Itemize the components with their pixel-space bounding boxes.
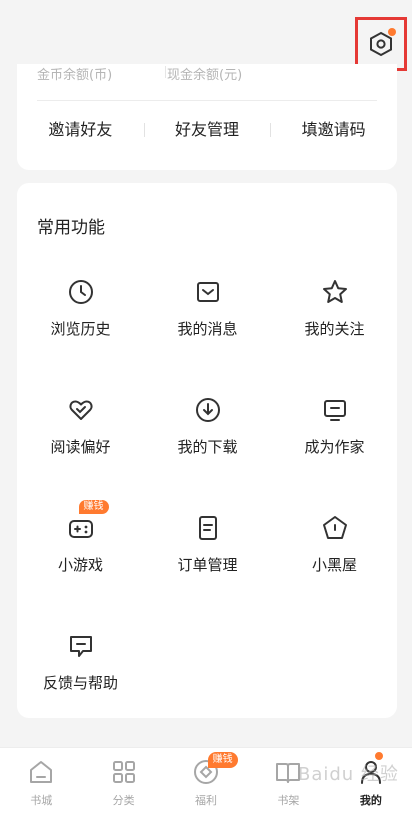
cash-balance-label: 现金余额(元) <box>167 68 243 83</box>
func-mini-games[interactable]: 赚钱 小游戏 <box>17 500 144 594</box>
nav-label: 我的 <box>359 794 382 807</box>
func-feedback-help[interactable]: 反馈与帮助 <box>17 632 144 712</box>
func-reading-preference[interactable]: 阅读偏好 <box>17 396 144 476</box>
func-blacklist[interactable]: 小黑屋 <box>271 514 398 594</box>
feedback-icon <box>69 636 92 657</box>
nav-label: 书城 <box>30 794 53 807</box>
earn-badge: 赚钱 <box>207 752 238 768</box>
wallet-card: 金币余额(币) 现金余额(元) 邀请好友 好友管理 填邀请码 <box>17 64 397 170</box>
func-my-follows[interactable]: 我的关注 <box>271 278 398 358</box>
card-divider <box>37 100 377 101</box>
star-icon <box>322 280 347 303</box>
func-label: 阅读偏好 <box>50 438 111 456</box>
nav-bookstore[interactable]: 书城 <box>0 748 82 816</box>
earn-badge: 赚钱 <box>78 500 109 514</box>
common-functions-card: 常用功能 浏览历史 我的消息 我的关注 阅读偏好 我的下载 成为作家 赚钱 小游… <box>17 183 397 718</box>
notification-dot <box>374 752 383 760</box>
enter-invite-code-button[interactable]: 填邀请码 <box>270 116 397 144</box>
watermark: Baidu 经验 <box>298 764 399 785</box>
func-label: 我的下载 <box>177 438 238 456</box>
func-label: 我的消息 <box>177 320 238 338</box>
nav-label: 福利 <box>195 794 218 807</box>
nav-label: 分类 <box>112 794 135 807</box>
func-label: 浏览历史 <box>50 320 111 338</box>
document-icon <box>198 516 217 540</box>
func-become-writer[interactable]: 成为作家 <box>271 396 398 476</box>
message-icon <box>196 282 219 302</box>
func-label: 小黑屋 <box>311 556 357 574</box>
friend-manage-button[interactable]: 好友管理 <box>143 116 271 144</box>
section-title: 常用功能 <box>37 218 105 238</box>
heart-check-icon <box>68 400 93 420</box>
gold-balance-label: 金币余额(币) <box>37 68 113 83</box>
download-icon <box>195 398 220 422</box>
gamepad-icon <box>68 520 93 538</box>
top-bar <box>0 0 412 64</box>
balance-divider <box>165 66 166 78</box>
func-my-downloads[interactable]: 我的下载 <box>144 396 271 476</box>
func-my-messages[interactable]: 我的消息 <box>144 278 271 358</box>
grid-icon <box>112 761 135 783</box>
func-label: 成为作家 <box>304 438 365 456</box>
nav-label: 书架 <box>277 794 300 807</box>
func-label: 订单管理 <box>177 556 238 574</box>
nav-welfare[interactable]: 赚钱 福利 <box>165 748 247 816</box>
invite-friends-button[interactable]: 邀请好友 <box>17 116 144 144</box>
nav-category[interactable]: 分类 <box>82 748 164 816</box>
invite-row: 邀请好友 好友管理 填邀请码 <box>17 116 397 144</box>
settings-button[interactable] <box>355 17 407 71</box>
pentagon-icon <box>322 516 347 539</box>
balance-row: 金币余额(币) 现金余额(元) <box>37 64 242 86</box>
func-label: 反馈与帮助 <box>42 674 118 692</box>
func-label: 小游戏 <box>57 556 103 574</box>
clock-icon <box>68 280 93 304</box>
notification-dot <box>388 28 396 36</box>
home-icon <box>30 761 53 783</box>
func-order-management[interactable]: 订单管理 <box>144 514 271 594</box>
func-browse-history[interactable]: 浏览历史 <box>17 278 144 358</box>
gamepad-icon-wrap: 赚钱 <box>67 500 109 542</box>
func-label: 我的关注 <box>304 320 365 338</box>
monitor-icon <box>323 400 346 421</box>
